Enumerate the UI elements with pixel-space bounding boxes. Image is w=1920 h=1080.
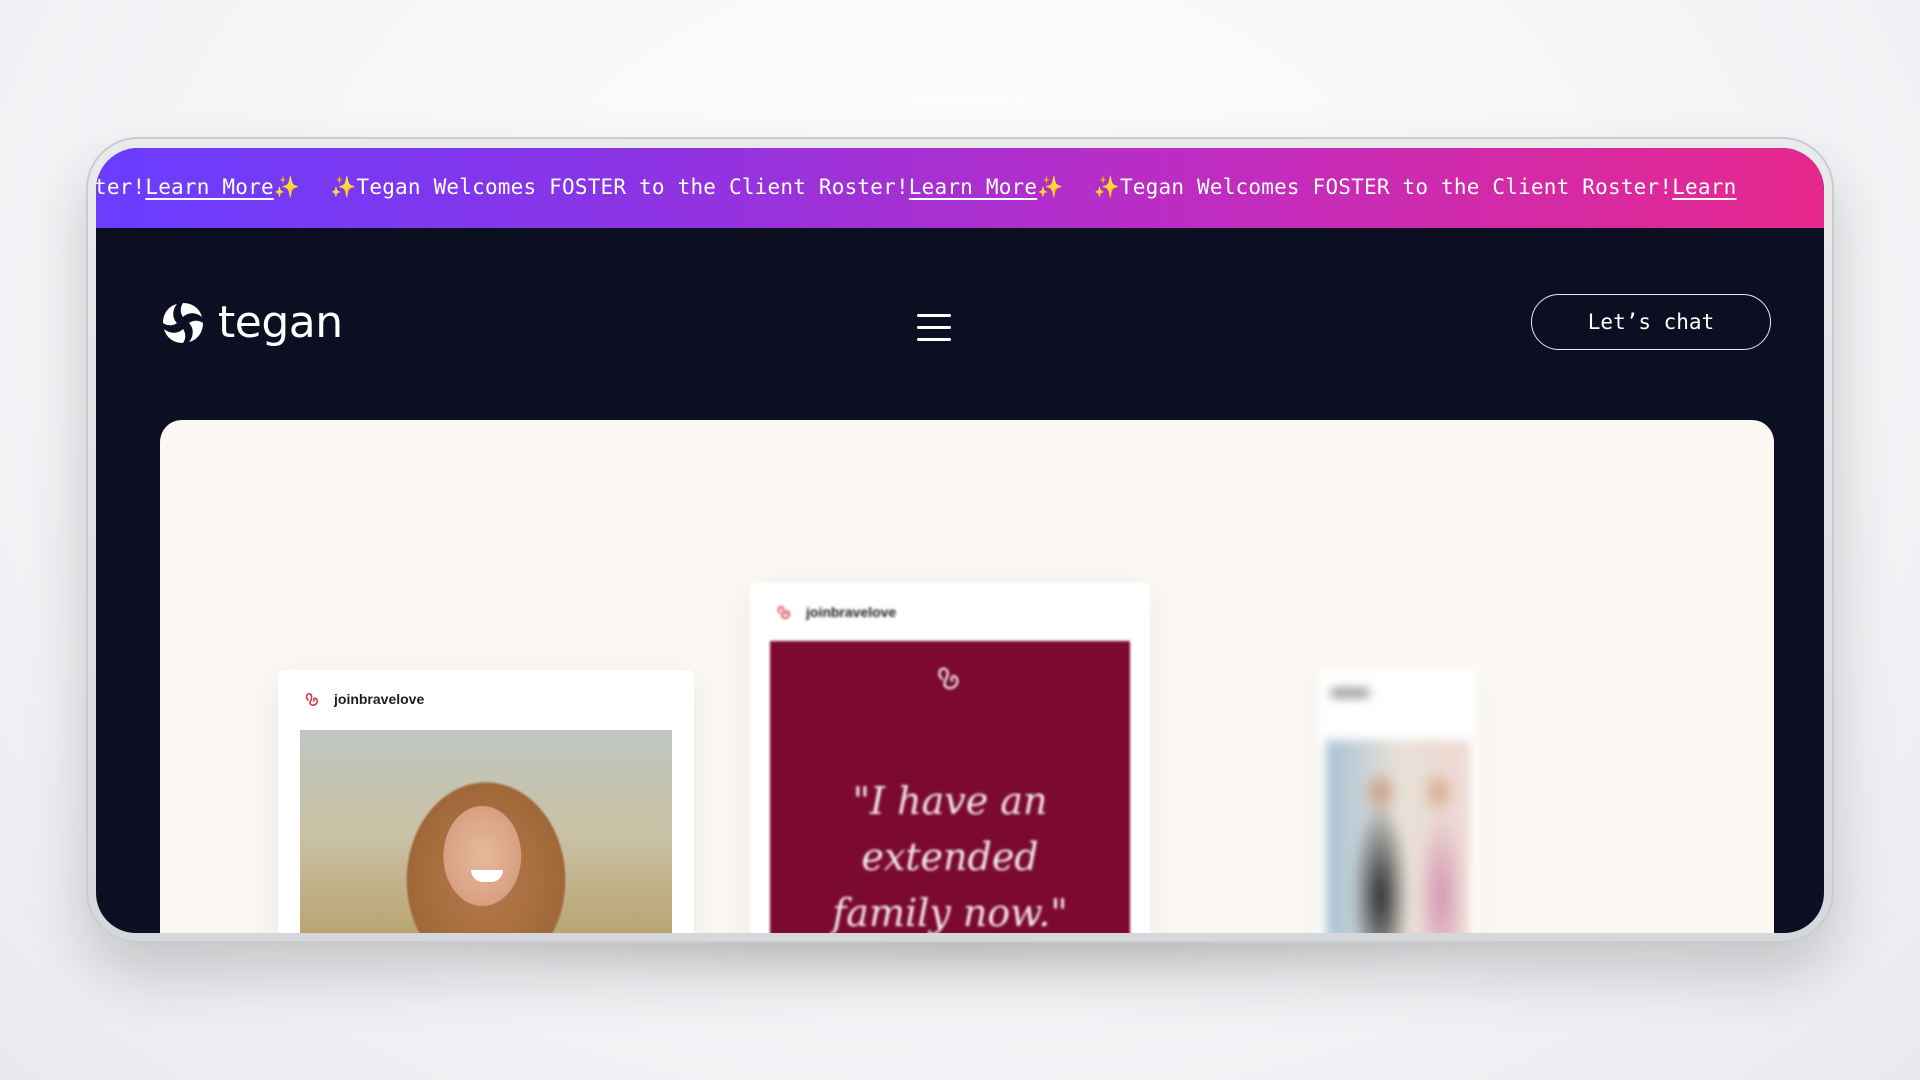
browser-viewport: ter! Learn More✨ ✨Tegan Welcomes FOSTER … bbox=[96, 148, 1824, 933]
post-header: joinbravelove bbox=[278, 670, 694, 728]
sparkle-icon: ✨ bbox=[1037, 175, 1064, 199]
post-header: joinbravelove bbox=[750, 583, 1150, 641]
social-post-card[interactable]: joinbravelove bbox=[278, 670, 694, 933]
learn-more-link[interactable]: Learn More bbox=[909, 175, 1037, 199]
ticker-track: ter! Learn More✨ ✨Tegan Welcomes FOSTER … bbox=[96, 175, 1736, 200]
ticker-text: Tegan Welcomes FOSTER to the Client Rost… bbox=[356, 175, 909, 199]
navbar: tegan Let’s chat bbox=[96, 228, 1824, 418]
ticker-item: ✨Tegan Welcomes FOSTER to the Client Ros… bbox=[330, 175, 1063, 200]
ticker-text: ter! bbox=[96, 175, 146, 199]
sparkle-icon: ✨ bbox=[273, 175, 301, 199]
bravelove-heart-icon bbox=[305, 693, 318, 706]
bravelove-heart-icon bbox=[777, 606, 790, 619]
sparkle-icon: ✨ bbox=[330, 175, 357, 199]
announcement-ticker: ter! Learn More✨ ✨Tegan Welcomes FOSTER … bbox=[96, 148, 1824, 228]
logo[interactable]: tegan bbox=[160, 300, 343, 346]
post-image bbox=[300, 730, 672, 933]
quote-text: "I have an extended family now." bbox=[832, 779, 1068, 933]
social-post-card[interactable] bbox=[1318, 668, 1478, 933]
hero-showcase: joinbravelove joinbravelove "I have an e… bbox=[160, 420, 1774, 933]
post-image bbox=[1326, 740, 1470, 933]
ticker-text: Tegan Welcomes FOSTER to the Client Rost… bbox=[1119, 175, 1673, 199]
background: ter! Learn More✨ ✨Tegan Welcomes FOSTER … bbox=[0, 0, 1920, 1080]
learn-more-link[interactable]: Learn More bbox=[145, 175, 273, 199]
ticker-item: ✨Tegan Welcomes FOSTER to the Client Ros… bbox=[1094, 175, 1737, 200]
post-header bbox=[1330, 688, 1370, 698]
quote-image: "I have an extended family now." bbox=[770, 641, 1130, 933]
sparkle-icon: ✨ bbox=[1093, 175, 1120, 199]
lets-chat-button[interactable]: Let’s chat bbox=[1531, 294, 1771, 350]
menu-button[interactable] bbox=[917, 314, 951, 342]
post-username: joinbravelove bbox=[806, 604, 897, 620]
social-post-card[interactable]: joinbravelove "I have an extended family… bbox=[750, 583, 1150, 933]
post-username: joinbravelove bbox=[334, 691, 425, 707]
learn-more-link[interactable]: Learn bbox=[1672, 175, 1736, 199]
bravelove-heart-icon bbox=[938, 667, 959, 690]
tegan-swirl-icon bbox=[163, 303, 203, 343]
ticker-item: ter! Learn More✨ bbox=[96, 175, 300, 200]
logo-text: tegan bbox=[218, 297, 343, 348]
